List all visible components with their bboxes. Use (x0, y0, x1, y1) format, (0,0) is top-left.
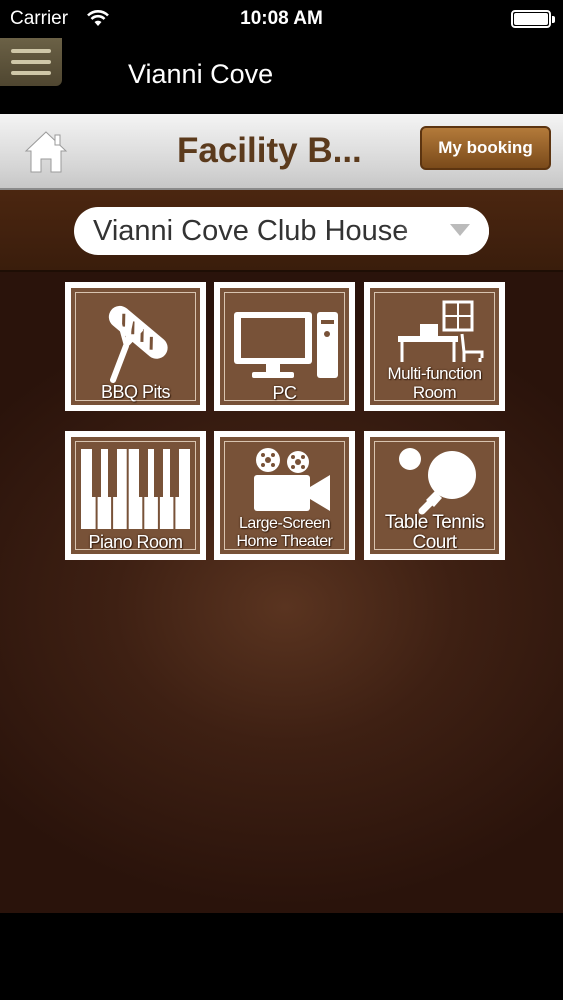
facility-label: Room (412, 383, 457, 402)
hamburger-icon-line (11, 60, 51, 64)
hamburger-icon-line (11, 71, 51, 75)
hamburger-icon (11, 49, 51, 53)
menu-button[interactable] (0, 38, 62, 86)
tile-frame: Piano Room (71, 437, 200, 554)
facility-label: Court (412, 532, 457, 553)
nav-bar: Vianni Cove (0, 38, 563, 114)
tile-frame: Large-Screen Home Theater (220, 437, 349, 554)
tile-frame: Multi-function Room (370, 288, 499, 405)
facility-tile-pc[interactable]: PC (214, 282, 355, 411)
battery-icon (511, 10, 555, 28)
facility-label: Home Theater (236, 533, 333, 550)
status-time: 10:08 AM (240, 8, 323, 29)
location-select[interactable]: Vianni Cove Club House (74, 207, 489, 255)
facility-label: Table Tennis (384, 512, 485, 533)
chevron-down-icon (450, 224, 470, 236)
bottom-bar (0, 913, 563, 1000)
facility-label: Large-Screen (239, 515, 330, 532)
facility-tile-home-theater[interactable]: Large-Screen Home Theater (214, 431, 355, 560)
location-value: Vianni Cove Club House (93, 215, 409, 247)
tile-frame: BBQ Pits (71, 288, 200, 405)
app-title: Vianni Cove (128, 59, 274, 89)
tile-frame: PC (220, 288, 349, 405)
status-bar: Carrier 10:08 AM (0, 0, 563, 38)
facility-label: Piano Room (88, 532, 183, 552)
location-fade (399, 207, 489, 255)
my-booking-button[interactable]: My booking (420, 126, 551, 170)
facility-tile-piano-room[interactable]: Piano Room (65, 431, 206, 560)
facility-label: BBQ Pits (100, 382, 171, 402)
home-button[interactable] (22, 126, 70, 178)
page-title: Facility B... (177, 131, 362, 170)
facility-grid: BBQ Pits PC Multi-function Room Piano Ro… (0, 272, 563, 913)
tile-frame: Table Tennis Court (370, 437, 499, 554)
facility-tile-multi-function-room[interactable]: Multi-function Room (364, 282, 505, 411)
facility-tile-bbq-pits[interactable]: BBQ Pits (65, 282, 206, 411)
facility-tile-table-tennis-court[interactable]: Table Tennis Court (364, 431, 505, 560)
location-band: Vianni Cove Club House (0, 190, 563, 272)
home-icon (24, 131, 68, 173)
page-header: Facility B... My booking (0, 114, 563, 190)
facility-label: Multi-function (387, 364, 482, 383)
facility-label: PC (272, 383, 297, 403)
